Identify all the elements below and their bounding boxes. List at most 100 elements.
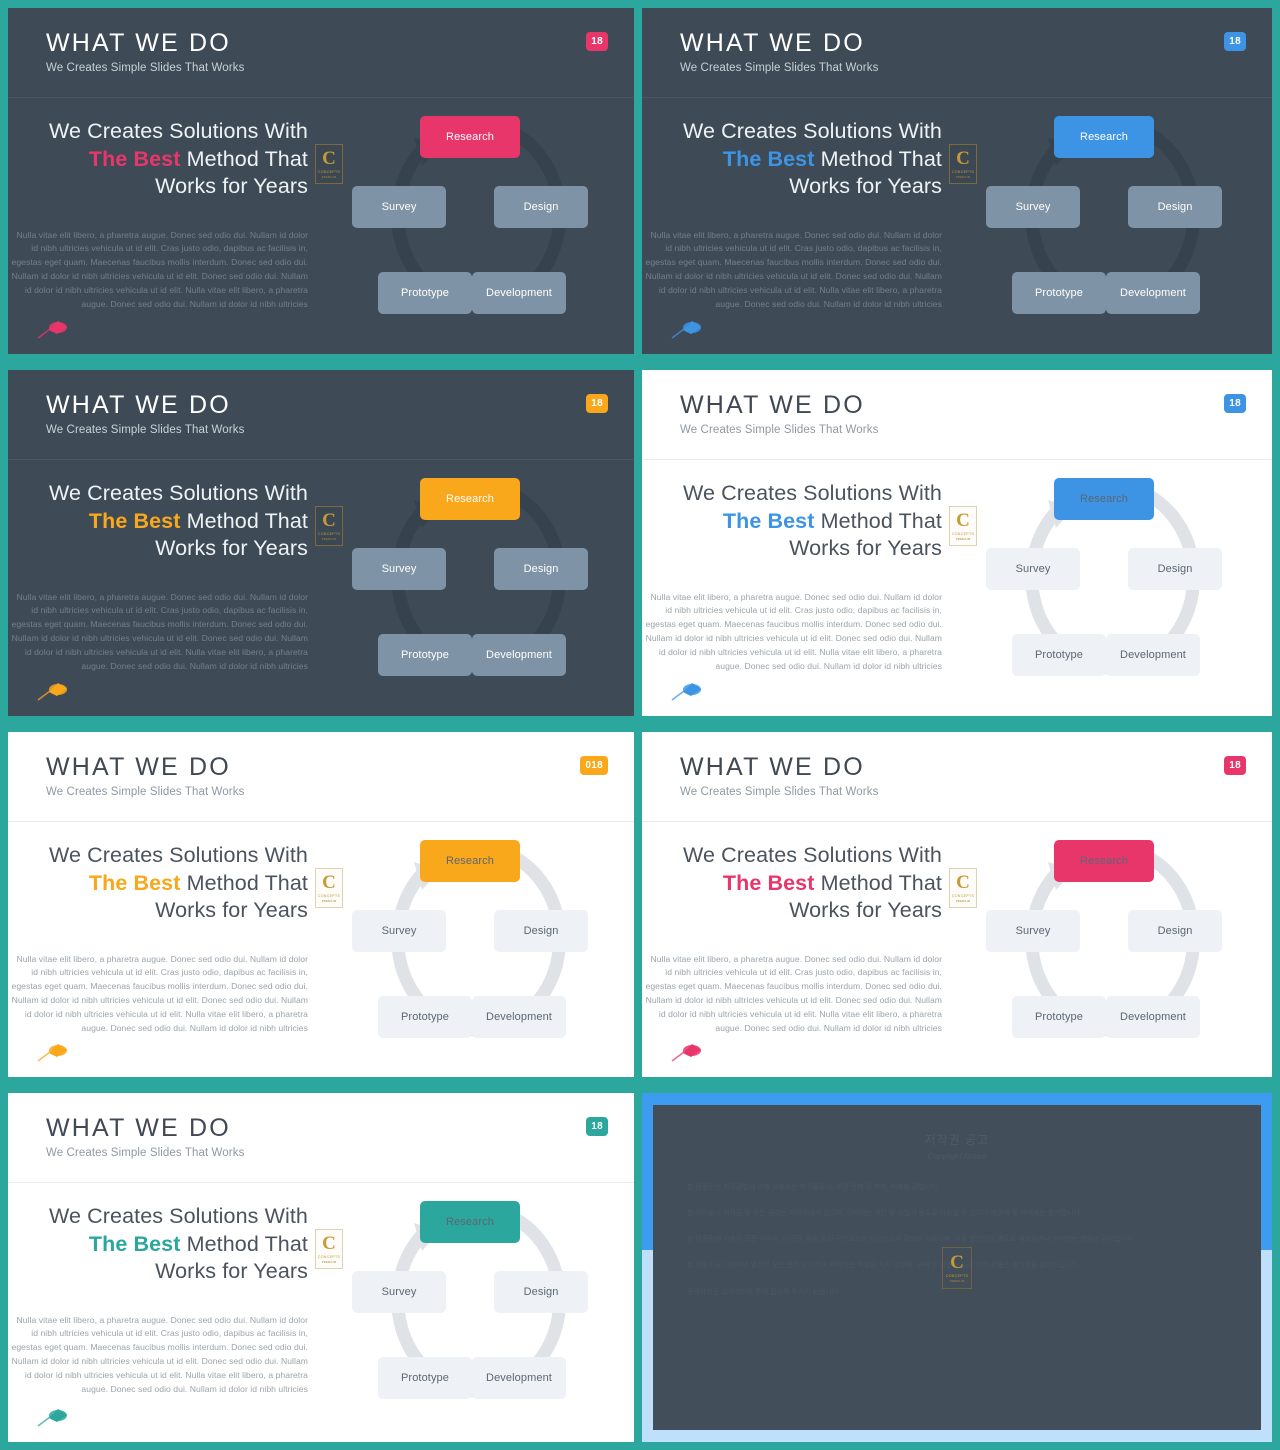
logo-text-primary: CONCEPTS xyxy=(317,532,341,536)
cycle-node-development[interactable]: Development xyxy=(472,996,566,1038)
process-cycle-diagram: Research Survey Design Prototype Develop… xyxy=(326,104,634,344)
text-column: We Creates Solutions With The Best Metho… xyxy=(642,118,942,312)
logo-text-secondary: PREMIUM xyxy=(955,175,971,179)
cycle-node-prototype[interactable]: Prototype xyxy=(378,996,472,1038)
slide-6[interactable]: WHAT WE DO We Creates Simple Slides That… xyxy=(642,732,1272,1077)
brand-logo-watermark: C CONCEPTS PREMIUM xyxy=(315,144,343,184)
cycle-node-survey[interactable]: Survey xyxy=(352,1271,446,1313)
process-cycle-diagram: Research Survey Design Prototype Develop… xyxy=(326,466,634,706)
slide-cell-3[interactable]: WHAT WE DO We Creates Simple Slides That… xyxy=(0,362,638,724)
cycle-node-label: Design xyxy=(523,925,559,937)
slide-cell-4[interactable]: WHAT WE DO We Creates Simple Slides That… xyxy=(638,362,1280,724)
cycle-node-label: Survey xyxy=(1015,925,1051,937)
cycle-node-research[interactable]: Research xyxy=(420,840,520,882)
cycle-node-label: Prototype xyxy=(1035,1011,1083,1023)
cycle-node-design[interactable]: Design xyxy=(1128,548,1222,590)
cycle-node-label: Research xyxy=(1080,855,1128,867)
pushpin-icon xyxy=(37,1044,67,1062)
process-cycle-diagram: Research Survey Design Prototype Develop… xyxy=(326,828,634,1068)
slide-cell-7[interactable]: WHAT WE DO We Creates Simple Slides That… xyxy=(0,1085,638,1450)
cycle-node-development[interactable]: Development xyxy=(472,272,566,314)
cycle-node-survey[interactable]: Survey xyxy=(352,186,446,228)
brand-logo-watermark: C CONCEPTS PREMIUM xyxy=(949,506,977,546)
cycle-node-survey[interactable]: Survey xyxy=(986,548,1080,590)
slide-cell-2[interactable]: WHAT WE DO We Creates Simple Slides That… xyxy=(638,0,1280,362)
cycle-node-label: Design xyxy=(523,1286,559,1298)
cycle-node-survey[interactable]: Survey xyxy=(352,910,446,952)
cycle-node-development[interactable]: Development xyxy=(1106,996,1200,1038)
cycle-node-prototype[interactable]: Prototype xyxy=(378,634,472,676)
cycle-node-label: Research xyxy=(446,493,494,505)
cycle-node-research[interactable]: Research xyxy=(1054,478,1154,520)
slide-cell-8[interactable]: 저작권 공고 Copyright Notice 본 템플릿은 저작권법에 의해 … xyxy=(638,1085,1280,1450)
cycle-node-research[interactable]: Research xyxy=(1054,840,1154,882)
headline: We Creates Solutions With The Best Metho… xyxy=(8,1203,308,1286)
headline-line-2: Method That xyxy=(180,1231,308,1256)
headline-line-3: Works for Years xyxy=(789,174,942,199)
slide-header: WHAT WE DO We Creates Simple Slides That… xyxy=(642,732,1272,822)
body-paragraph: Nulla vitae elit libero, a pharetra augu… xyxy=(11,229,308,310)
cycle-node-research[interactable]: Research xyxy=(420,1201,520,1243)
cycle-node-development[interactable]: Development xyxy=(1106,634,1200,676)
logo-text-primary: CONCEPTS xyxy=(951,532,975,536)
cycle-node-label: Prototype xyxy=(401,1372,449,1384)
cycle-node-development[interactable]: Development xyxy=(472,634,566,676)
cycle-node-design[interactable]: Design xyxy=(1128,910,1222,952)
slide-3[interactable]: WHAT WE DO We Creates Simple Slides That… xyxy=(8,370,634,716)
headline-emphasis: The Best xyxy=(88,146,181,171)
headline-emphasis: The Best xyxy=(88,508,181,533)
cycle-node-development[interactable]: Development xyxy=(472,1357,566,1399)
slide-1[interactable]: WHAT WE DO We Creates Simple Slides That… xyxy=(8,8,634,354)
cycle-node-design[interactable]: Design xyxy=(494,910,588,952)
cycle-node-prototype[interactable]: Prototype xyxy=(378,1357,472,1399)
cycle-node-label: Survey xyxy=(381,201,417,213)
slide-cell-6[interactable]: WHAT WE DO We Creates Simple Slides That… xyxy=(638,724,1280,1085)
cycle-node-design[interactable]: Design xyxy=(494,1271,588,1313)
cycle-node-label: Design xyxy=(1157,201,1193,213)
cycle-node-survey[interactable]: Survey xyxy=(986,186,1080,228)
cycle-node-label: Research xyxy=(446,131,494,143)
page-subtitle: We Creates Simple Slides That Works xyxy=(46,786,245,799)
headline: We Creates Solutions With The Best Metho… xyxy=(8,118,308,201)
cycle-node-survey[interactable]: Survey xyxy=(986,910,1080,952)
slide-cell-5[interactable]: WHAT WE DO We Creates Simple Slides That… xyxy=(0,724,638,1085)
headline-line-2: Method That xyxy=(814,508,942,533)
slide-7[interactable]: WHAT WE DO We Creates Simple Slides That… xyxy=(8,1093,634,1442)
brand-logo-watermark: C CONCEPTS PREMIUM xyxy=(942,1246,972,1289)
logo-text-primary: CONCEPTS xyxy=(317,170,341,174)
headline-line-3: Works for Years xyxy=(789,898,942,923)
cycle-node-label: Survey xyxy=(381,925,417,937)
headline-line-1: We Creates Solutions With xyxy=(48,1204,308,1228)
slide-2[interactable]: WHAT WE DO We Creates Simple Slides That… xyxy=(642,8,1272,354)
text-column: We Creates Solutions With The Best Metho… xyxy=(642,480,942,674)
logo-letter: C xyxy=(956,510,970,531)
cycle-node-research[interactable]: Research xyxy=(420,116,520,158)
page-number-badge: 18 xyxy=(1224,756,1246,775)
brand-logo-watermark: C CONCEPTS PREMIUM xyxy=(315,1229,343,1269)
cycle-node-prototype[interactable]: Prototype xyxy=(1012,634,1106,676)
slide-cell-1[interactable]: WHAT WE DO We Creates Simple Slides That… xyxy=(0,0,638,362)
brand-logo-watermark: C CONCEPTS PREMIUM xyxy=(315,868,343,908)
logo-text-secondary: PREMIUM xyxy=(955,899,971,903)
cycle-node-prototype[interactable]: Prototype xyxy=(378,272,472,314)
cycle-node-survey[interactable]: Survey xyxy=(352,548,446,590)
cycle-node-prototype[interactable]: Prototype xyxy=(1012,996,1106,1038)
slide-5[interactable]: WHAT WE DO We Creates Simple Slides That… xyxy=(8,732,634,1077)
logo-text-secondary: PREMIUM xyxy=(321,175,337,179)
cycle-node-design[interactable]: Design xyxy=(494,548,588,590)
cycle-node-prototype[interactable]: Prototype xyxy=(1012,272,1106,314)
cycle-node-label: Prototype xyxy=(401,649,449,661)
brand-logo-watermark: C CONCEPTS PREMIUM xyxy=(315,506,343,546)
pushpin-icon xyxy=(37,683,67,701)
cycle-node-design[interactable]: Design xyxy=(494,186,588,228)
slide-header: WHAT WE DO We Creates Simple Slides That… xyxy=(8,370,634,460)
cycle-node-design[interactable]: Design xyxy=(1128,186,1222,228)
headline-line-3: Works for Years xyxy=(155,536,308,561)
slide-body: We Creates Solutions With The Best Metho… xyxy=(8,460,634,716)
page-title: WHAT WE DO xyxy=(680,391,865,419)
slide-4[interactable]: WHAT WE DO We Creates Simple Slides That… xyxy=(642,370,1272,716)
cycle-node-research[interactable]: Research xyxy=(1054,116,1154,158)
cycle-node-research[interactable]: Research xyxy=(420,478,520,520)
page-subtitle: We Creates Simple Slides That Works xyxy=(680,424,879,437)
cycle-node-development[interactable]: Development xyxy=(1106,272,1200,314)
